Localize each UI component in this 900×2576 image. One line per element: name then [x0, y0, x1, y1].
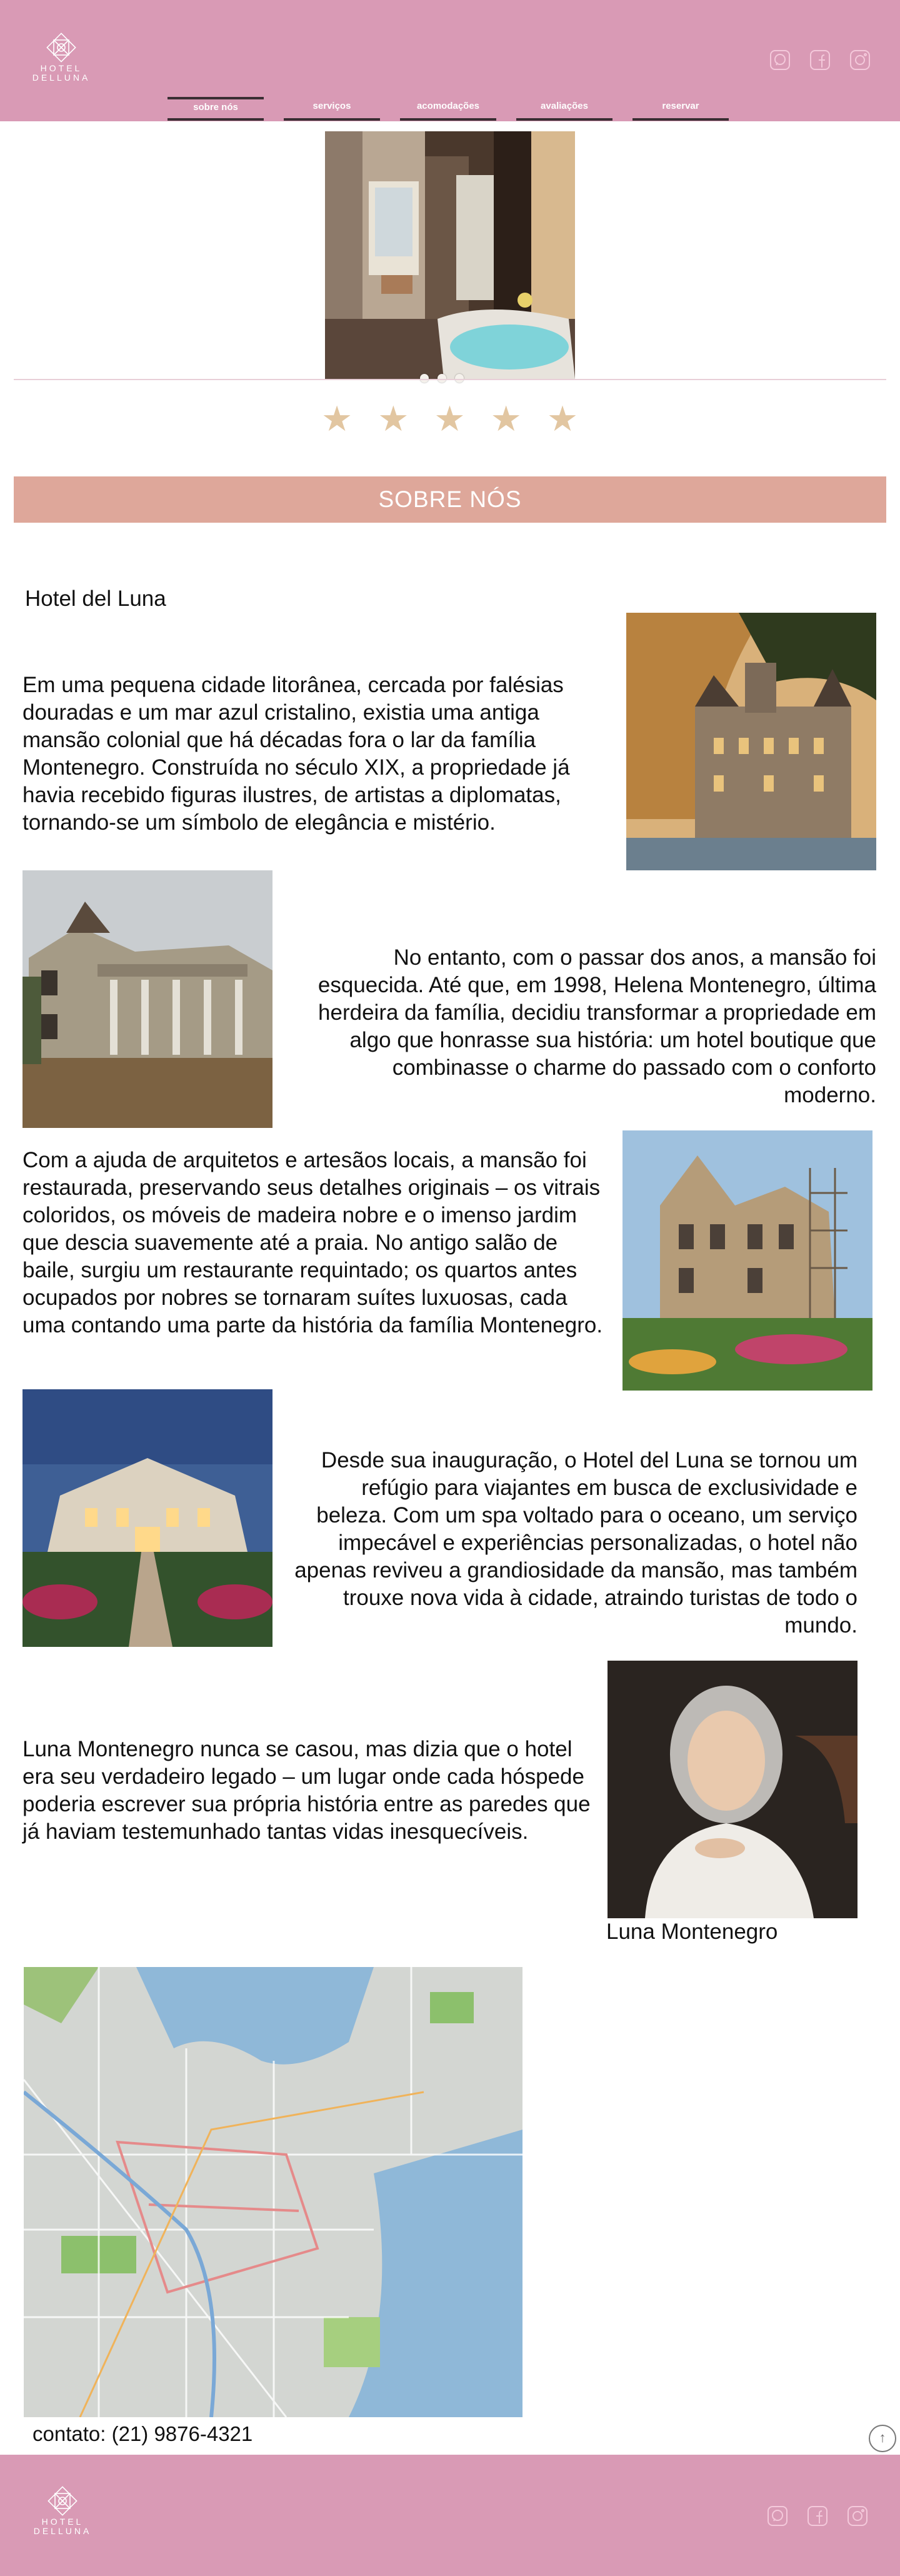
star-icon: ★ [434, 399, 466, 438]
facebook-icon[interactable] [809, 49, 831, 71]
footer-brand-logo[interactable]: HOTEL DELLUNA [31, 2485, 94, 2536]
tab-servicos[interactable]: serviços [284, 97, 380, 121]
luna-montenegro-portrait [608, 1661, 858, 1918]
section-title: SOBRE NÓS [14, 476, 886, 523]
brand-line-2: DELLUNA [33, 2526, 92, 2536]
instagram-icon[interactable] [849, 49, 871, 71]
social-links [769, 49, 871, 71]
back-to-top-button[interactable]: ↑ [869, 2425, 896, 2452]
hero-carousel-image[interactable] [325, 131, 575, 379]
brand-line-1: HOTEL [40, 63, 82, 73]
hotel-night-photo [22, 1389, 272, 1647]
brand-line-1: HOTEL [41, 2517, 84, 2527]
whatsapp-icon[interactable] [766, 2505, 789, 2527]
site-footer: HOTEL DELLUNA [0, 2455, 900, 2576]
tab-reservar[interactable]: reservar [632, 97, 729, 121]
tab-acomodacoes[interactable]: acomodações [400, 97, 496, 121]
restoration-photo [622, 1130, 872, 1391]
divider [14, 379, 886, 380]
star-icon: ★ [378, 399, 409, 438]
facebook-icon[interactable] [806, 2505, 829, 2527]
story-paragraph-3: Com a ajuda de arquitetos e artesãos loc… [22, 1148, 603, 1337]
city-map[interactable] [24, 1967, 522, 2417]
rating-stars: ★ ★ ★ ★ ★ [321, 398, 578, 440]
star-icon: ★ [490, 399, 522, 438]
cliff-mansion-photo [626, 613, 876, 870]
story-paragraph-5: Luna Montenegro nunca se casou, mas dizi… [22, 1737, 591, 1844]
star-icon: ★ [546, 399, 579, 438]
tab-avaliacoes[interactable]: avaliações [516, 97, 612, 121]
star-icon: ★ [321, 399, 353, 438]
story-paragraph-2: No entanto, com o passar dos anos, a man… [318, 945, 876, 1107]
footer-social-links [766, 2505, 869, 2527]
instagram-icon[interactable] [846, 2505, 869, 2527]
arrow-up-icon: ↑ [879, 2430, 886, 2445]
story-paragraph-1: Em uma pequena cidade litorânea, cercada… [22, 673, 570, 835]
hotel-name-heading: Hotel del Luna [25, 586, 166, 611]
brand-line-2: DELLUNA [32, 73, 91, 83]
carousel-dots [420, 374, 464, 383]
logo-mark-icon [46, 33, 76, 63]
portrait-caption: Luna Montenegro [606, 1919, 778, 1944]
whatsapp-icon[interactable] [769, 49, 791, 71]
contact-phone: contato: (21) 9876-4321 [32, 2422, 253, 2445]
brand-logo[interactable]: HOTEL DELLUNA [30, 31, 92, 83]
carousel-dot[interactable] [455, 374, 464, 383]
main-nav: sobre nós serviços acomodações avaliaçõe… [168, 97, 729, 121]
site-header: HOTEL DELLUNA sobre nós serviços acomoda… [0, 0, 900, 121]
old-mansion-photo [22, 870, 272, 1128]
story-paragraph-4: Desde sua inauguração, o Hotel del Luna … [294, 1448, 858, 1638]
carousel-dot[interactable] [420, 374, 429, 383]
tab-sobre-nos[interactable]: sobre nós [168, 97, 264, 121]
carousel-dot[interactable] [438, 374, 446, 383]
logo-mark-icon [48, 2486, 78, 2516]
